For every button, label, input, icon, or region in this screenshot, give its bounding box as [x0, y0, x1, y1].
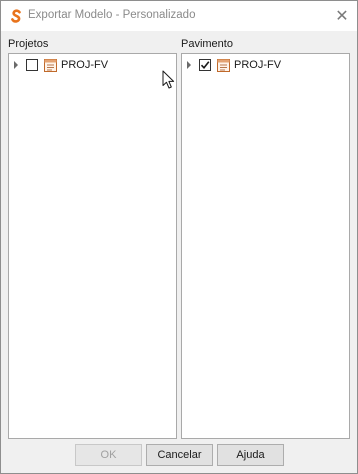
projects-label: Projetos: [8, 38, 49, 50]
checkmark-icon: [200, 61, 210, 70]
window-title: Exportar Modelo - Personalizado: [28, 9, 196, 21]
floor-tree[interactable]: PROJ-FV: [181, 53, 350, 439]
project-checkbox[interactable]: [26, 59, 38, 71]
app-logo-icon: [11, 9, 21, 23]
expand-arrow-icon[interactable]: [14, 61, 18, 69]
help-button[interactable]: Ajuda: [217, 444, 284, 466]
mouse-cursor-icon: [162, 70, 175, 89]
ok-button[interactable]: OK: [75, 444, 142, 466]
projects-tree[interactable]: PROJ-FV: [8, 53, 177, 439]
expand-arrow-icon[interactable]: [187, 61, 191, 69]
close-icon: ✕: [335, 8, 349, 25]
tree-item-label: PROJ-FV: [61, 59, 109, 71]
tree-item-floor-proj-fv[interactable]: PROJ-FV: [182, 58, 349, 74]
title-bar: Exportar Modelo - Personalizado ✕: [1, 1, 357, 31]
close-button[interactable]: ✕: [327, 1, 357, 31]
tree-item-projects-proj-fv[interactable]: PROJ-FV: [9, 58, 176, 74]
floor-checkbox[interactable]: [199, 59, 211, 71]
project-icon: [217, 59, 230, 72]
project-icon: [44, 59, 57, 72]
tree-item-label: PROJ-FV: [234, 59, 282, 71]
cancel-button[interactable]: Cancelar: [146, 444, 213, 466]
export-model-dialog: Exportar Modelo - Personalizado ✕ Projet…: [0, 0, 358, 474]
floor-label: Pavimento: [181, 38, 233, 50]
